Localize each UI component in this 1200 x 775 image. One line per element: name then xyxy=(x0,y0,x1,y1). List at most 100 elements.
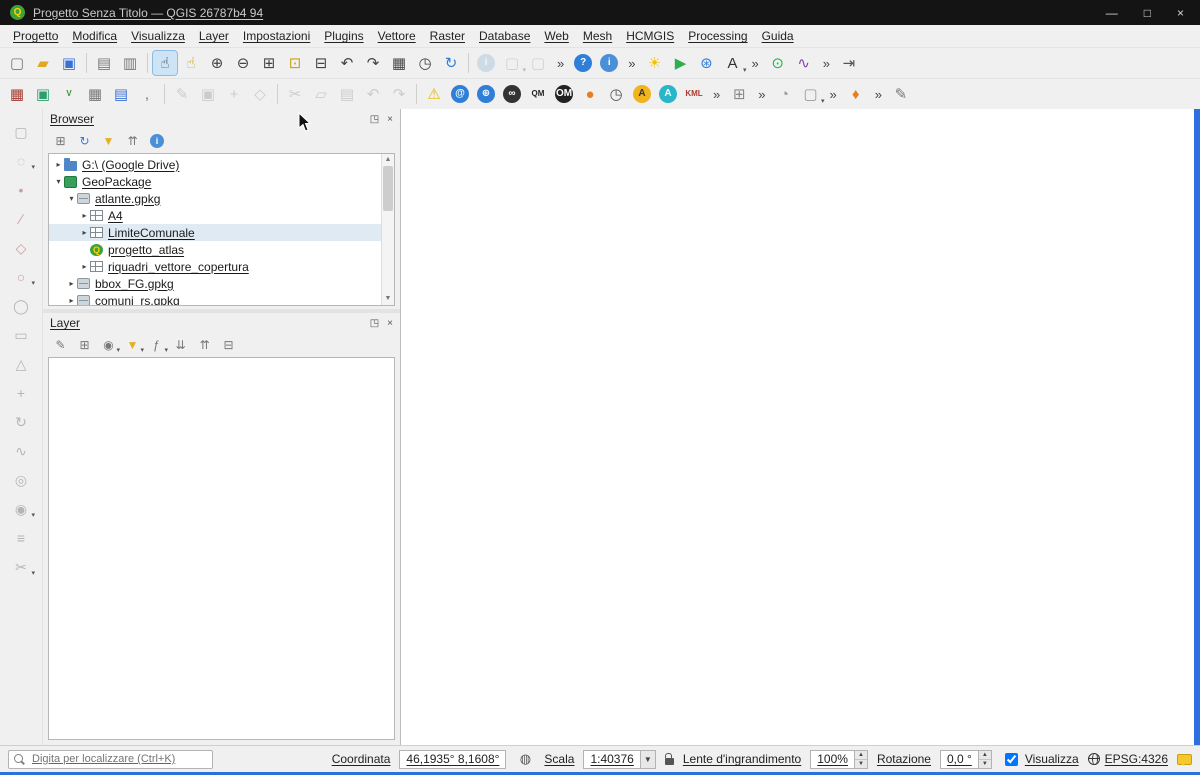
browser-item-a4[interactable]: ▸ A4 xyxy=(49,207,381,224)
scroll-up-icon[interactable]: ▲ xyxy=(385,154,392,166)
menu-vettore[interactable]: Vettore xyxy=(371,27,423,45)
pan-to-selection-icon[interactable]: ☝ xyxy=(179,51,203,75)
render-toggle[interactable]: Visualizza xyxy=(1001,750,1079,769)
toolbar-overflow-button[interactable]: » xyxy=(745,56,764,71)
toolbar-overflow-button[interactable]: » xyxy=(817,56,836,71)
save-project-icon[interactable]: ▣ xyxy=(57,51,81,75)
add-geopackage-layer-icon[interactable]: ▣ xyxy=(31,82,55,106)
annotation-pencil-icon[interactable]: ✎ xyxy=(889,82,913,106)
select-features-icon[interactable]: ▢ ▾ xyxy=(500,51,526,75)
add-raster-layer-icon[interactable]: ▦ xyxy=(83,82,107,106)
browser-item-bbox-fg-gpkg[interactable]: ▸ bbox_FG.gpkg xyxy=(49,275,381,292)
digitize-rectangle-icon[interactable]: ▭ xyxy=(9,324,33,346)
results-viewer-icon[interactable]: ▢ ▾ xyxy=(798,82,824,106)
browser-item-geopackage[interactable]: ▾ GeoPackage xyxy=(49,173,381,190)
spin-up-icon[interactable]: ▲ xyxy=(854,750,867,760)
plugin-tools-icon[interactable]: ⊞ xyxy=(727,82,751,106)
zoom-in-icon[interactable]: ⊕ xyxy=(205,51,229,75)
digitize-polygon-icon[interactable]: ◇ xyxy=(9,237,33,259)
zoom-full-icon[interactable]: ⊞ xyxy=(257,51,281,75)
offset-curve-icon[interactable]: ≡ xyxy=(9,527,33,549)
digitize-regular-polygon-icon[interactable]: △ xyxy=(9,353,33,375)
elevation-profile-icon[interactable]: ∿ xyxy=(792,51,816,75)
browser-item-comuni-rs-gpkg[interactable]: ▸ comuni_rs.gpkg xyxy=(49,292,381,305)
kml-tools-icon[interactable]: KML xyxy=(682,82,706,106)
toggle-extents-icon[interactable]: ◍ xyxy=(516,750,534,768)
digitize-ellipse-icon[interactable]: ◯ xyxy=(9,295,33,317)
menu-progetto[interactable]: Progetto xyxy=(6,27,65,45)
manage-map-themes-icon[interactable]: ◉ ▾ xyxy=(99,336,120,355)
scrollbar-track[interactable] xyxy=(382,166,394,293)
spin-up-icon[interactable]: ▲ xyxy=(978,750,991,760)
simplify-feature-icon[interactable]: ∿ xyxy=(9,440,33,462)
expand-arrow-icon[interactable]: ▸ xyxy=(66,279,77,288)
digitize-circle-icon[interactable]: ○ ▾ xyxy=(9,266,35,288)
toolbar-overflow-button[interactable]: » xyxy=(707,87,726,102)
open-layer-styling-icon[interactable]: ✎ xyxy=(51,336,70,355)
browser-item-riquadri-vettore-copertura[interactable]: ▸ riquadri_vettore_copertura xyxy=(49,258,381,275)
show-unplaced-labels-icon[interactable]: ⚠ xyxy=(422,82,446,106)
map-canvas[interactable] xyxy=(400,109,1194,745)
render-checkbox[interactable] xyxy=(1004,752,1018,766)
expand-all-icon[interactable]: ⇊ xyxy=(171,336,190,355)
zoom-out-icon[interactable]: ⊖ xyxy=(231,51,255,75)
identify-tool-icon[interactable]: ▢ xyxy=(9,121,33,143)
float-panel-icon[interactable]: ◳ xyxy=(370,318,379,329)
menu-hcmgis[interactable]: HCMGIS xyxy=(619,27,681,45)
split-features-icon[interactable]: ✂ ▾ xyxy=(9,556,35,578)
magnifier-spinbox[interactable]: 100% ▲ ▼ xyxy=(810,749,868,769)
float-panel-icon[interactable]: ◳ xyxy=(370,114,379,125)
menu-guida[interactable]: Guida xyxy=(755,27,801,45)
quickmapservices-qm-icon[interactable]: QM xyxy=(526,82,550,106)
translate-b-icon[interactable]: A xyxy=(659,85,677,103)
crs-status-button[interactable]: EPSG:4326 xyxy=(1087,752,1168,766)
zoom-to-selection-icon[interactable]: ⊡ xyxy=(283,51,307,75)
chevron-down-icon[interactable]: ▼ xyxy=(639,750,655,768)
toggle-editing-icon[interactable]: ✎ xyxy=(170,82,194,106)
pan-map-icon[interactable]: ☝ xyxy=(152,50,178,76)
collapse-all-layers-icon[interactable]: ⇈ xyxy=(195,336,214,355)
browser-item-progetto-atlas[interactable]: Qprogetto_atlas xyxy=(49,241,381,258)
firefly-icon[interactable]: ♦ xyxy=(844,82,868,106)
digitize-point-icon[interactable]: • xyxy=(9,179,33,201)
metasearch-icon[interactable]: @ xyxy=(451,85,469,103)
menu-modifica[interactable]: Modifica xyxy=(65,27,124,45)
menu-processing[interactable]: Processing xyxy=(681,27,754,45)
remove-layer-icon[interactable]: ⊟ xyxy=(219,336,238,355)
info-icon[interactable]: i xyxy=(600,54,619,72)
search-plugin-icon[interactable]: ⊙ xyxy=(766,51,790,75)
zoom-to-layer-icon[interactable]: ⊟ xyxy=(309,51,333,75)
cut-features-icon[interactable]: ✂ xyxy=(283,82,307,106)
add-feature-icon[interactable]: + xyxy=(222,82,246,106)
toolbar-overflow-button[interactable]: » xyxy=(869,87,888,102)
minimize-button[interactable]: — xyxy=(1106,6,1118,20)
menu-impostazioni[interactable]: Impostazioni xyxy=(236,27,317,45)
web-globe-icon[interactable]: ⊛ xyxy=(694,51,718,75)
search-layers-icon[interactable]: ∞ xyxy=(503,85,521,103)
zoom-next-icon[interactable]: ↷ xyxy=(361,51,385,75)
paste-features-icon[interactable]: ▤ xyxy=(335,82,359,106)
expand-arrow-icon[interactable]: ▸ xyxy=(79,262,90,271)
processing-history-icon[interactable]: ◔ xyxy=(772,82,796,106)
expand-arrow-icon[interactable]: ▸ xyxy=(66,296,77,305)
browser-item-g-google-drive[interactable]: ▸ G:\ (Google Drive) xyxy=(49,156,381,173)
toolbar-overflow-button[interactable]: » xyxy=(622,56,641,71)
add-ring-icon[interactable]: ◎ xyxy=(9,469,33,491)
select-tool-icon[interactable]: ◌ ▾ xyxy=(9,150,35,172)
export-map-icon[interactable]: ⇥ xyxy=(837,51,861,75)
browser-item-atlante-gpkg[interactable]: ▾ atlante.gpkg xyxy=(49,190,381,207)
collapse-all-icon[interactable]: ⇈ xyxy=(123,132,142,151)
translate-a-icon[interactable]: A xyxy=(633,85,651,103)
undo-icon[interactable]: ↶ xyxy=(361,82,385,106)
filter-by-expression-icon[interactable]: ƒ ▾ xyxy=(147,336,168,355)
rotation-spinbox[interactable]: 0,0 ° ▲ ▼ xyxy=(939,749,992,769)
redo-icon[interactable]: ↷ xyxy=(387,82,411,106)
temporal-controller-icon[interactable]: ◷ xyxy=(413,51,437,75)
move-feature-icon[interactable]: + xyxy=(9,382,33,404)
menu-layer[interactable]: Layer xyxy=(192,27,236,45)
close-panel-icon[interactable]: × xyxy=(387,114,393,125)
deselect-features-icon[interactable]: ▢ xyxy=(526,51,550,75)
properties-widget-icon[interactable]: i xyxy=(150,134,164,148)
spin-down-icon[interactable]: ▼ xyxy=(854,759,867,768)
lock-scale-icon[interactable] xyxy=(664,752,674,765)
